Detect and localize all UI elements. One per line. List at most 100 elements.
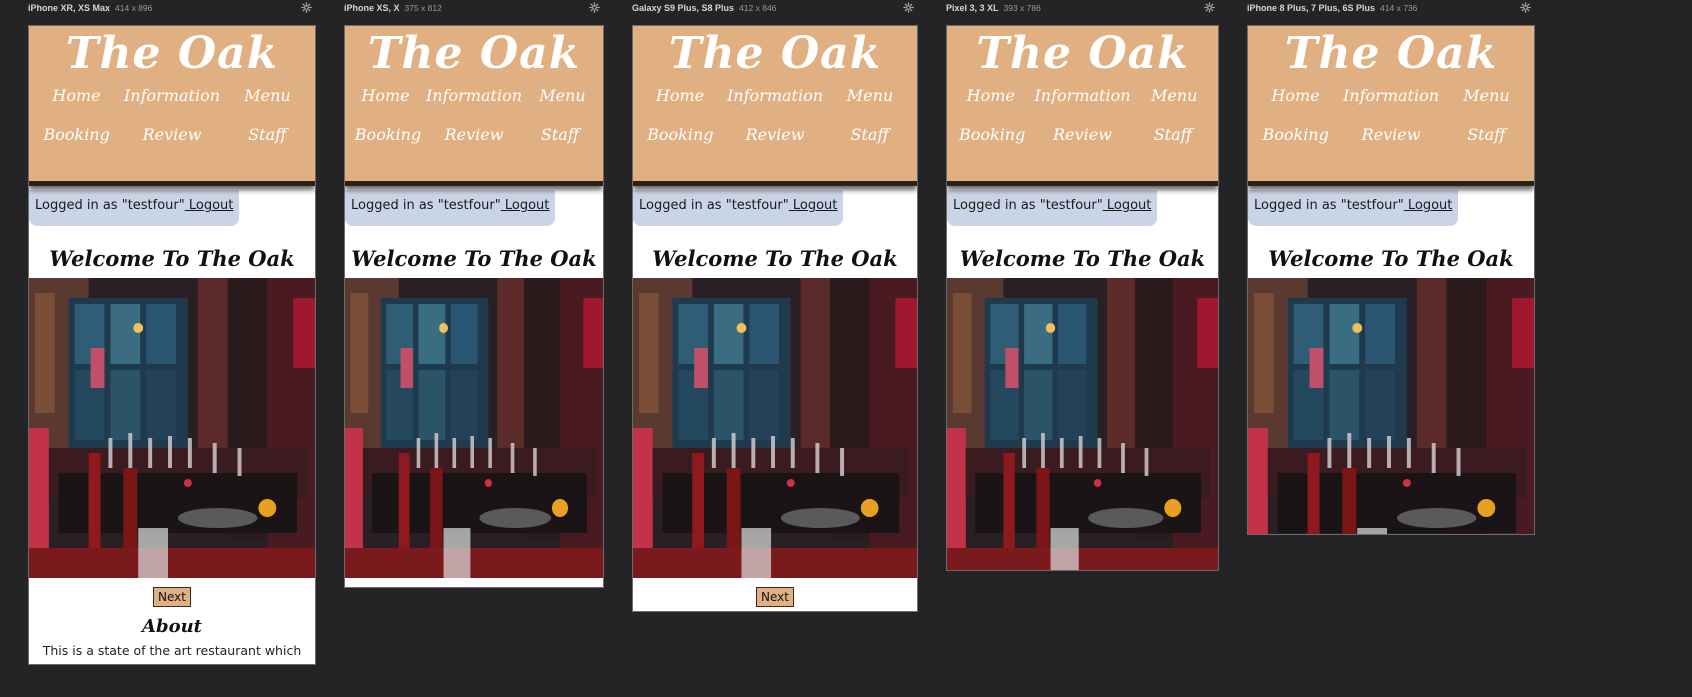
nav-booking-link[interactable]: Booking: [947, 125, 1037, 144]
device-label: Pixel 3, 3 XL 393 x 786: [946, 2, 1219, 17]
nav-row: Home Information Menu: [29, 86, 315, 105]
device-screen: The Oak Home Information Menu Booking Re…: [28, 25, 316, 665]
login-status-text: Logged in as "testfour": [953, 198, 1103, 213]
logout-link[interactable]: Logout: [1404, 198, 1453, 213]
restaurant-hero-image: [1248, 278, 1534, 534]
login-status-text: Logged in as "testfour": [1254, 198, 1404, 213]
device-dimensions: 414 x 896: [115, 3, 153, 13]
login-status-bar: Logged in as "testfour" Logout: [633, 190, 844, 226]
nav-home-link[interactable]: Home: [633, 86, 727, 105]
nav-information-link[interactable]: Information: [1343, 86, 1439, 105]
nav-booking-link[interactable]: Booking: [633, 125, 728, 144]
nav-staff-link[interactable]: Staff: [1128, 125, 1218, 144]
nav-information-link[interactable]: Information: [1034, 86, 1130, 105]
welcome-heading: Welcome To The Oak: [652, 246, 898, 271]
nav-booking-link[interactable]: Booking: [29, 125, 124, 144]
login-status-bar: Logged in as "testfour" Logout: [29, 190, 240, 226]
device-dimensions: 414 x 736: [1380, 3, 1418, 13]
device-name: Pixel 3, 3 XL: [946, 3, 999, 13]
nav-booking-link[interactable]: Booking: [345, 125, 431, 144]
logout-link[interactable]: Logout: [185, 198, 234, 213]
login-status-bar: Logged in as "testfour" Logout: [345, 190, 556, 226]
site-title: The Oak: [668, 28, 882, 79]
restaurant-hero-image: [947, 278, 1218, 570]
login-status-bar: Logged in as "testfour" Logout: [1248, 190, 1459, 226]
site-header: The Oak Home Information Menu Booking Re…: [345, 26, 603, 186]
nav-row: Home Information Menu: [345, 86, 603, 105]
nav-staff-link[interactable]: Staff: [220, 125, 315, 144]
nav-menu-link[interactable]: Menu: [823, 86, 917, 105]
site-title: The Oak: [976, 28, 1189, 79]
nav-review-link[interactable]: Review: [431, 125, 517, 144]
gear-icon[interactable]: [589, 2, 600, 13]
next-button[interactable]: Next: [153, 587, 191, 607]
next-button-wrap: Next: [345, 586, 603, 588]
device-name: iPhone XR, XS Max: [28, 3, 111, 13]
device-screen: The Oak Home Information Menu Booking Re…: [344, 25, 604, 588]
nav-row: Home Information Menu: [947, 86, 1218, 105]
nav-row: Booking Review Staff: [1248, 125, 1534, 144]
restaurant-hero-image: [345, 278, 603, 578]
nav-review-link[interactable]: Review: [1343, 125, 1438, 144]
nav-row: Booking Review Staff: [947, 125, 1218, 144]
site-header: The Oak Home Information Menu Booking Re…: [29, 26, 315, 186]
gear-icon[interactable]: [903, 2, 914, 13]
device-name: iPhone XS, X: [344, 3, 400, 13]
login-status-text: Logged in as "testfour": [351, 198, 501, 213]
gear-icon[interactable]: [301, 2, 312, 13]
device-name: Galaxy S9 Plus, S8 Plus: [632, 3, 735, 13]
device-screen: The Oak Home Information Menu Booking Re…: [946, 25, 1219, 571]
device-label: Galaxy S9 Plus, S8 Plus 412 x 846: [632, 2, 918, 17]
nav-information-link[interactable]: Information: [727, 86, 823, 105]
welcome-heading: Welcome To The Oak: [959, 246, 1206, 271]
next-button[interactable]: Next: [455, 587, 493, 588]
device-dimensions: 393 x 786: [1003, 3, 1041, 13]
device-label: iPhone XS, X 375 x 812: [344, 2, 604, 17]
nav-menu-link[interactable]: Menu: [1439, 86, 1534, 105]
next-button[interactable]: Next: [756, 587, 794, 607]
nav-staff-link[interactable]: Staff: [517, 125, 603, 144]
about-heading: About: [142, 616, 202, 637]
login-status-text: Logged in as "testfour": [639, 198, 789, 213]
nav-row: Home Information Menu: [1248, 86, 1534, 105]
nav-staff-link[interactable]: Staff: [1439, 125, 1534, 144]
welcome-heading: Welcome To The Oak: [49, 246, 295, 271]
nav-information-link[interactable]: Information: [426, 86, 522, 105]
nav-review-link[interactable]: Review: [124, 125, 219, 144]
next-button-wrap: Next: [29, 586, 315, 607]
nav-row: Booking Review Staff: [345, 125, 603, 144]
logout-link[interactable]: Logout: [1103, 198, 1152, 213]
nav-review-link[interactable]: Review: [728, 125, 823, 144]
restaurant-hero-image: [633, 278, 917, 578]
nav-home-link[interactable]: Home: [29, 86, 124, 105]
nav-staff-link[interactable]: Staff: [822, 125, 917, 144]
device-dimensions: 375 x 812: [404, 3, 442, 13]
site-header: The Oak Home Information Menu Booking Re…: [633, 26, 917, 186]
nav-home-link[interactable]: Home: [947, 86, 1034, 105]
nav-information-link[interactable]: Information: [124, 86, 220, 105]
nav-menu-link[interactable]: Menu: [522, 86, 603, 105]
gear-icon[interactable]: [1520, 2, 1531, 13]
site-header: The Oak Home Information Menu Booking Re…: [1248, 26, 1534, 186]
about-text: This is a state of the art restaurant wh…: [41, 643, 302, 664]
gear-icon[interactable]: [1204, 2, 1215, 13]
nav-home-link[interactable]: Home: [345, 86, 426, 105]
device-screen: The Oak Home Information Menu Booking Re…: [632, 25, 918, 612]
next-button-wrap: Next: [633, 586, 917, 607]
nav-row: Booking Review Staff: [633, 125, 917, 144]
nav-menu-link[interactable]: Menu: [220, 86, 315, 105]
device-name: iPhone 8 Plus, 7 Plus, 6S Plus: [1247, 3, 1376, 13]
login-status-text: Logged in as "testfour": [35, 198, 185, 213]
nav-booking-link[interactable]: Booking: [1248, 125, 1343, 144]
nav-review-link[interactable]: Review: [1037, 125, 1127, 144]
device-label: iPhone XR, XS Max 414 x 896: [28, 2, 316, 17]
login-status-bar: Logged in as "testfour" Logout: [947, 190, 1158, 226]
nav-home-link[interactable]: Home: [1248, 86, 1343, 105]
logout-link[interactable]: Logout: [501, 198, 550, 213]
device-dimensions: 412 x 846: [739, 3, 777, 13]
nav-row: Booking Review Staff: [29, 125, 315, 144]
logout-link[interactable]: Logout: [789, 198, 838, 213]
nav-menu-link[interactable]: Menu: [1131, 86, 1218, 105]
site-title: The Oak: [367, 28, 581, 79]
site-header: The Oak Home Information Menu Booking Re…: [947, 26, 1218, 186]
